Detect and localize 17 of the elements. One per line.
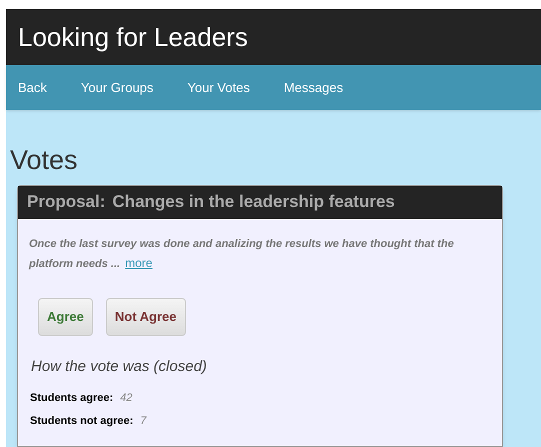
result-label: Students not agree:	[30, 414, 134, 428]
result-count: 42	[120, 391, 132, 406]
proposal-summary: Once the last survey was done and analizing the results we have thought that the platform needs ... more	[28, 236, 455, 272]
result-label: Students agree:	[30, 391, 114, 406]
nav-link[interactable]: Your Groups	[80, 78, 154, 98]
more-link[interactable]: more	[125, 256, 152, 270]
proposal-label: Proposal:	[27, 191, 106, 214]
nav-link[interactable]: Back	[18, 78, 47, 98]
app-title: Looking for Leaders	[18, 20, 248, 54]
result-count: 7	[140, 414, 146, 428]
proposal-title: Changes in the leadership features	[112, 191, 395, 214]
nav-link[interactable]: Your Votes	[187, 78, 250, 98]
results-heading: How the vote was (closed)	[31, 356, 208, 376]
agree-button[interactable]: Agree	[38, 298, 93, 336]
nav-link[interactable]: Messages	[284, 78, 344, 98]
page-title: Votes	[10, 144, 78, 177]
disagree-button[interactable]: Not Agree	[106, 298, 186, 336]
